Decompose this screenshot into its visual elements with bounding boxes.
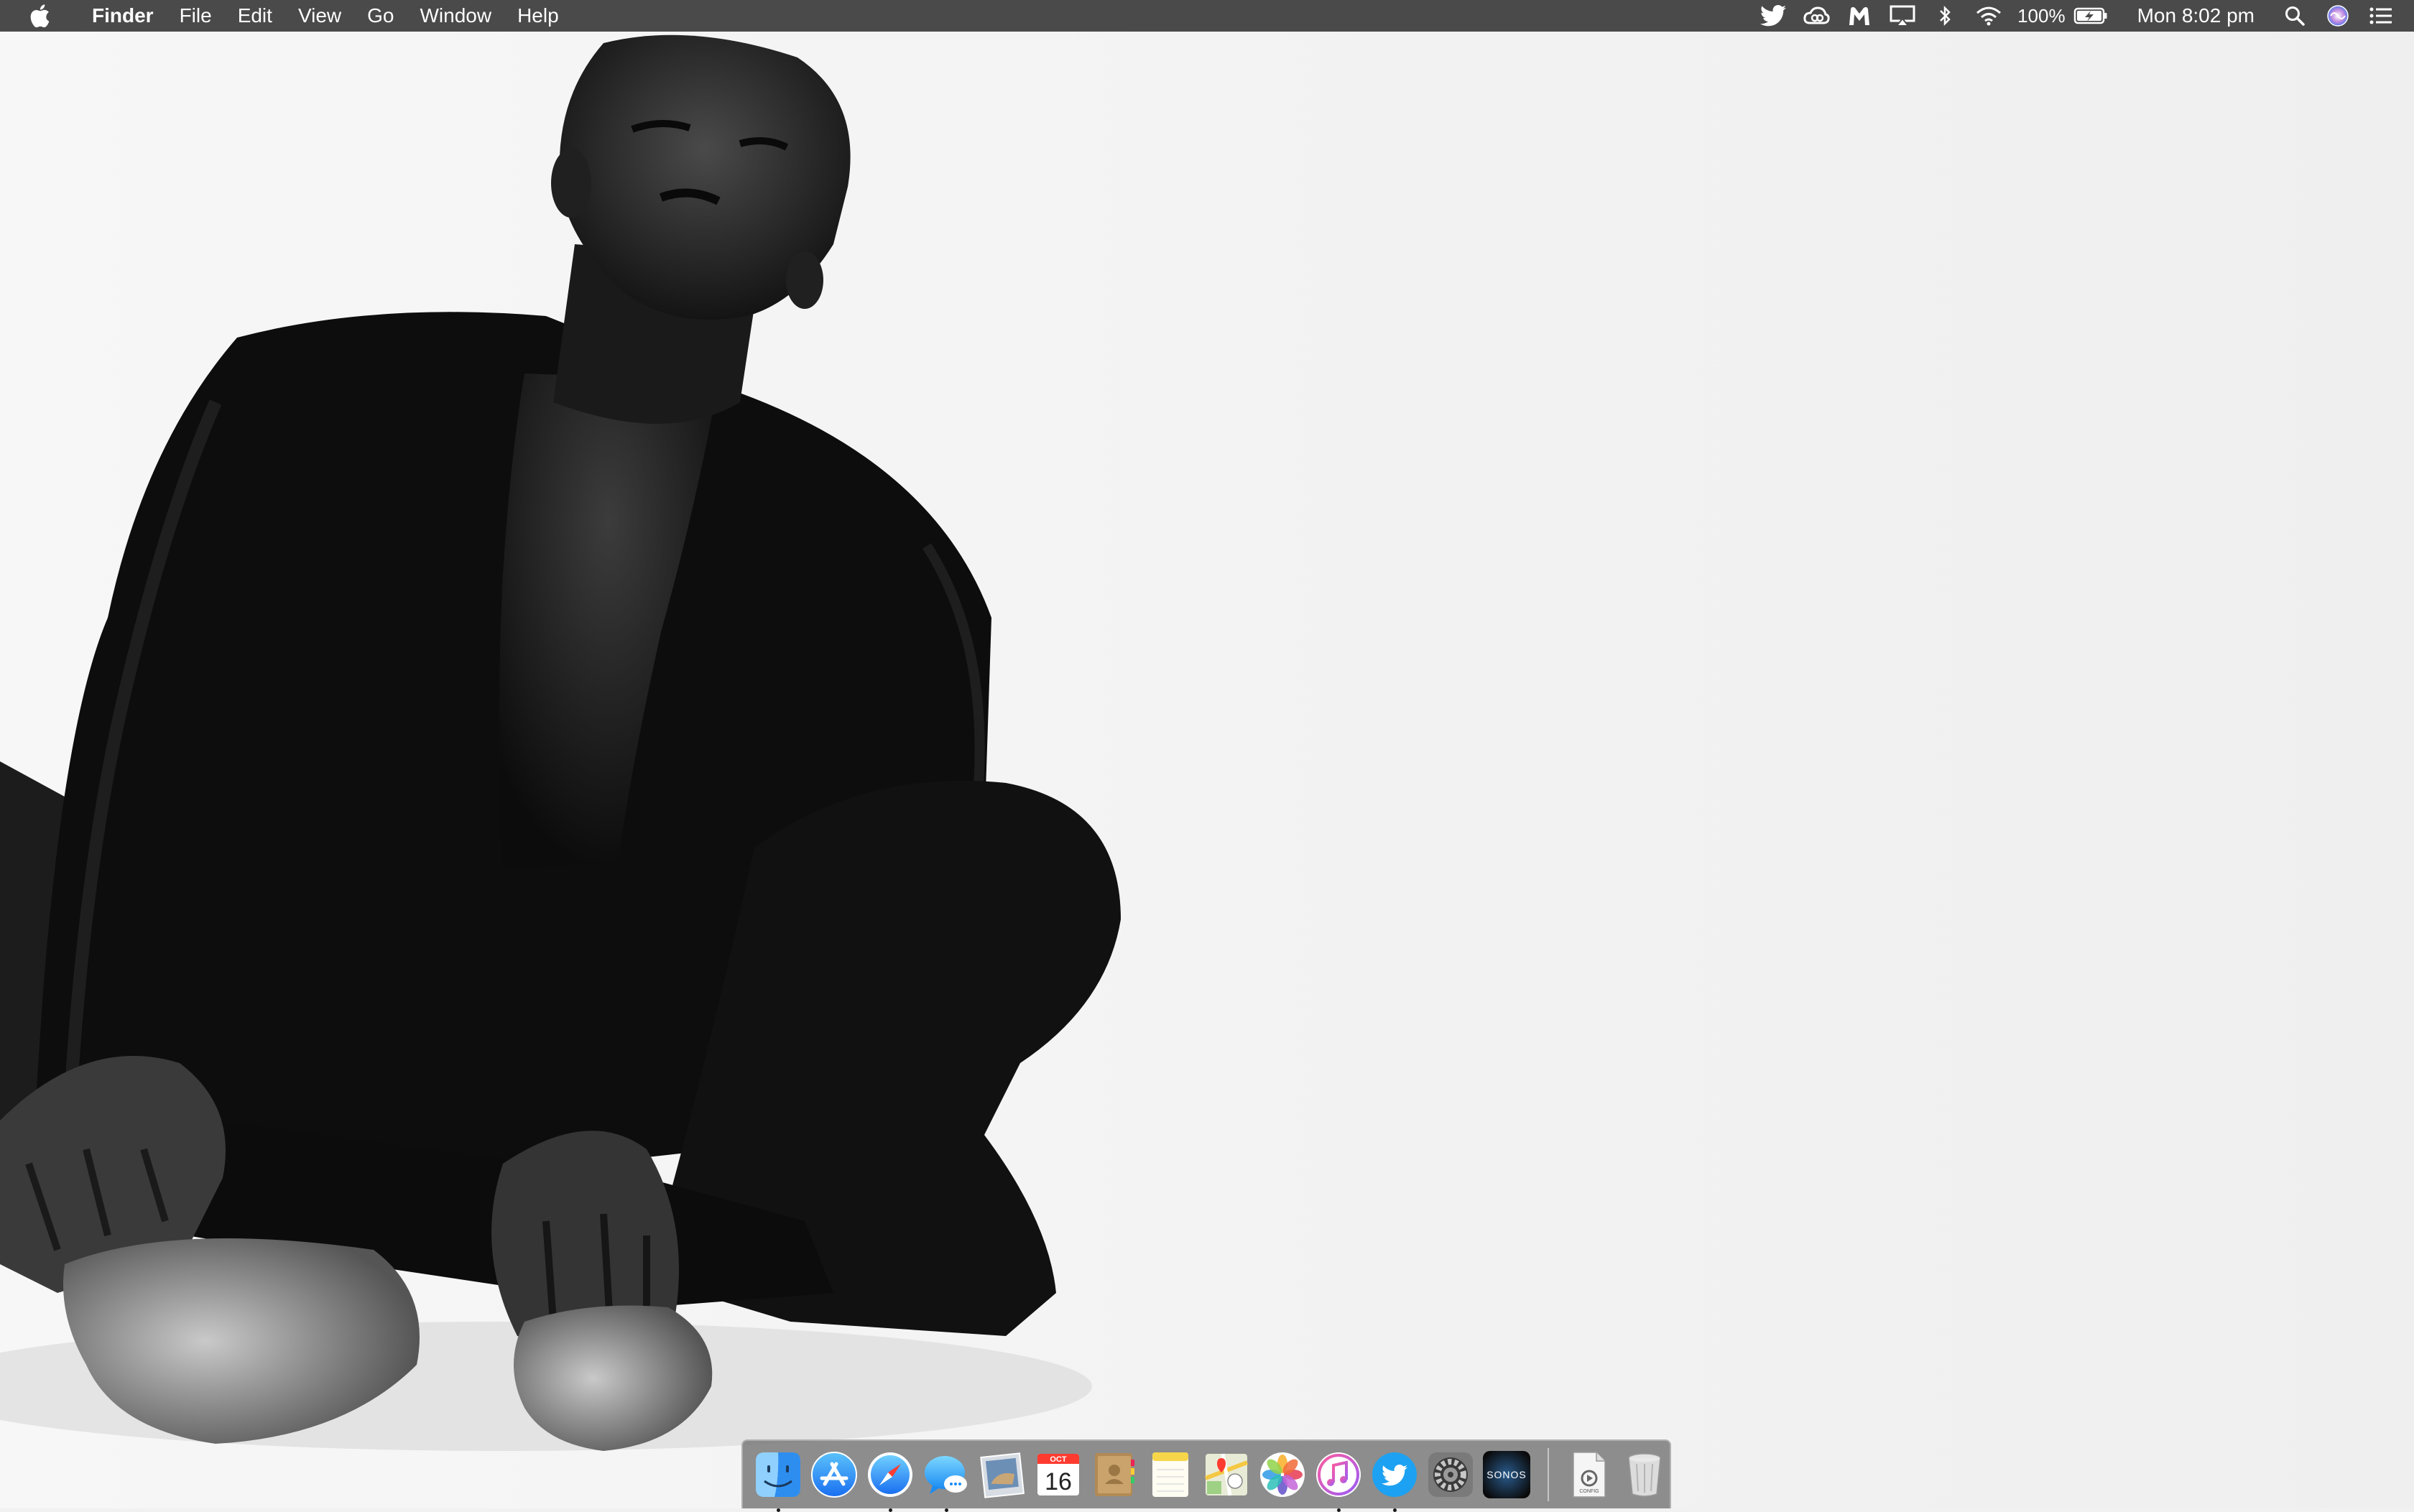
desktop-wallpaper [0, 0, 2414, 1508]
menu-view[interactable]: View [285, 0, 354, 32]
calendar-day: 16 [1045, 1468, 1072, 1495]
dock-system-preferences[interactable] [1425, 1450, 1476, 1500]
dock-notes[interactable] [1145, 1450, 1196, 1500]
finder-icon [756, 1452, 800, 1497]
system-preferences-icon [1428, 1452, 1473, 1497]
dock-separator [1548, 1448, 1549, 1501]
dock-safari[interactable] [865, 1450, 915, 1512]
dock-twitter[interactable] [1369, 1450, 1420, 1512]
menu-bar-left: Finder File Edit View Go Window Help [0, 0, 572, 32]
calendar-icon: OCT 16 [1037, 1454, 1079, 1495]
calendar-month: OCT [1050, 1455, 1067, 1464]
spotlight-search-icon[interactable] [2280, 0, 2309, 32]
dock: OCT 16 SONOS CONFIG [741, 1439, 1671, 1512]
maps-icon [1204, 1453, 1249, 1496]
menu-go[interactable]: Go [354, 0, 407, 32]
mail-icon [980, 1452, 1025, 1498]
dock-maps[interactable] [1201, 1450, 1252, 1500]
safari-icon [868, 1452, 912, 1497]
apple-logo-icon[interactable] [27, 0, 53, 32]
dock-calendar[interactable]: OCT 16 [1033, 1450, 1083, 1500]
running-indicator [1337, 1508, 1341, 1512]
app-store-icon [811, 1452, 857, 1498]
twitter-icon [1372, 1452, 1417, 1497]
running-indicator [889, 1508, 892, 1512]
dock-photos[interactable] [1257, 1450, 1308, 1500]
running-indicator [1393, 1508, 1397, 1512]
battery-percentage[interactable]: 100% [2017, 0, 2066, 32]
sonos-icon: SONOS [1483, 1451, 1530, 1498]
menu-edit[interactable]: Edit [225, 0, 285, 32]
dock-contacts[interactable] [1089, 1450, 1139, 1500]
menu-app-finder[interactable]: Finder [79, 0, 167, 32]
dock-messages[interactable] [921, 1450, 971, 1512]
dock-config-document[interactable]: CONFIG [1563, 1450, 1614, 1500]
battery-charging-icon[interactable] [2073, 0, 2109, 32]
itunes-icon [1316, 1452, 1361, 1497]
contacts-icon [1095, 1453, 1134, 1496]
bluetooth-icon[interactable] [1931, 0, 1960, 32]
notification-center-icon[interactable] [2367, 0, 2395, 32]
siri-icon[interactable] [2323, 0, 2352, 32]
sonos-label: SONOS [1486, 1469, 1527, 1480]
menu-bar: Finder File Edit View Go Window Help 100… [0, 0, 2414, 32]
creative-cloud-icon[interactable] [1802, 0, 1831, 32]
photos-icon [1260, 1452, 1305, 1497]
status-area: 100% Mon 8:02 pm [1752, 0, 2414, 32]
malwarebytes-icon[interactable] [1845, 0, 1874, 32]
wifi-icon[interactable] [1974, 0, 2003, 32]
airplay-icon[interactable] [1888, 0, 1917, 32]
dock-mail[interactable] [977, 1450, 1027, 1500]
dock-sonos[interactable]: SONOS [1481, 1450, 1532, 1500]
dock-itunes[interactable] [1313, 1450, 1364, 1512]
notes-icon [1152, 1452, 1188, 1497]
dock-app-store[interactable] [809, 1450, 859, 1500]
messages-icon [925, 1456, 967, 1494]
twitter-icon[interactable] [1759, 0, 1788, 32]
dock-trash[interactable] [1619, 1450, 1670, 1500]
running-indicator [945, 1508, 948, 1512]
trash-icon [1628, 1453, 1661, 1497]
running-indicator [777, 1508, 780, 1512]
menu-file[interactable]: File [167, 0, 225, 32]
document-label: CONFIG [1579, 1489, 1599, 1494]
dock-finder[interactable] [753, 1450, 803, 1512]
menu-help[interactable]: Help [504, 0, 572, 32]
menu-window[interactable]: Window [407, 0, 504, 32]
menu-bar-clock[interactable]: Mon 8:02 pm [2137, 0, 2255, 32]
document-icon: CONFIG [1573, 1452, 1606, 1498]
